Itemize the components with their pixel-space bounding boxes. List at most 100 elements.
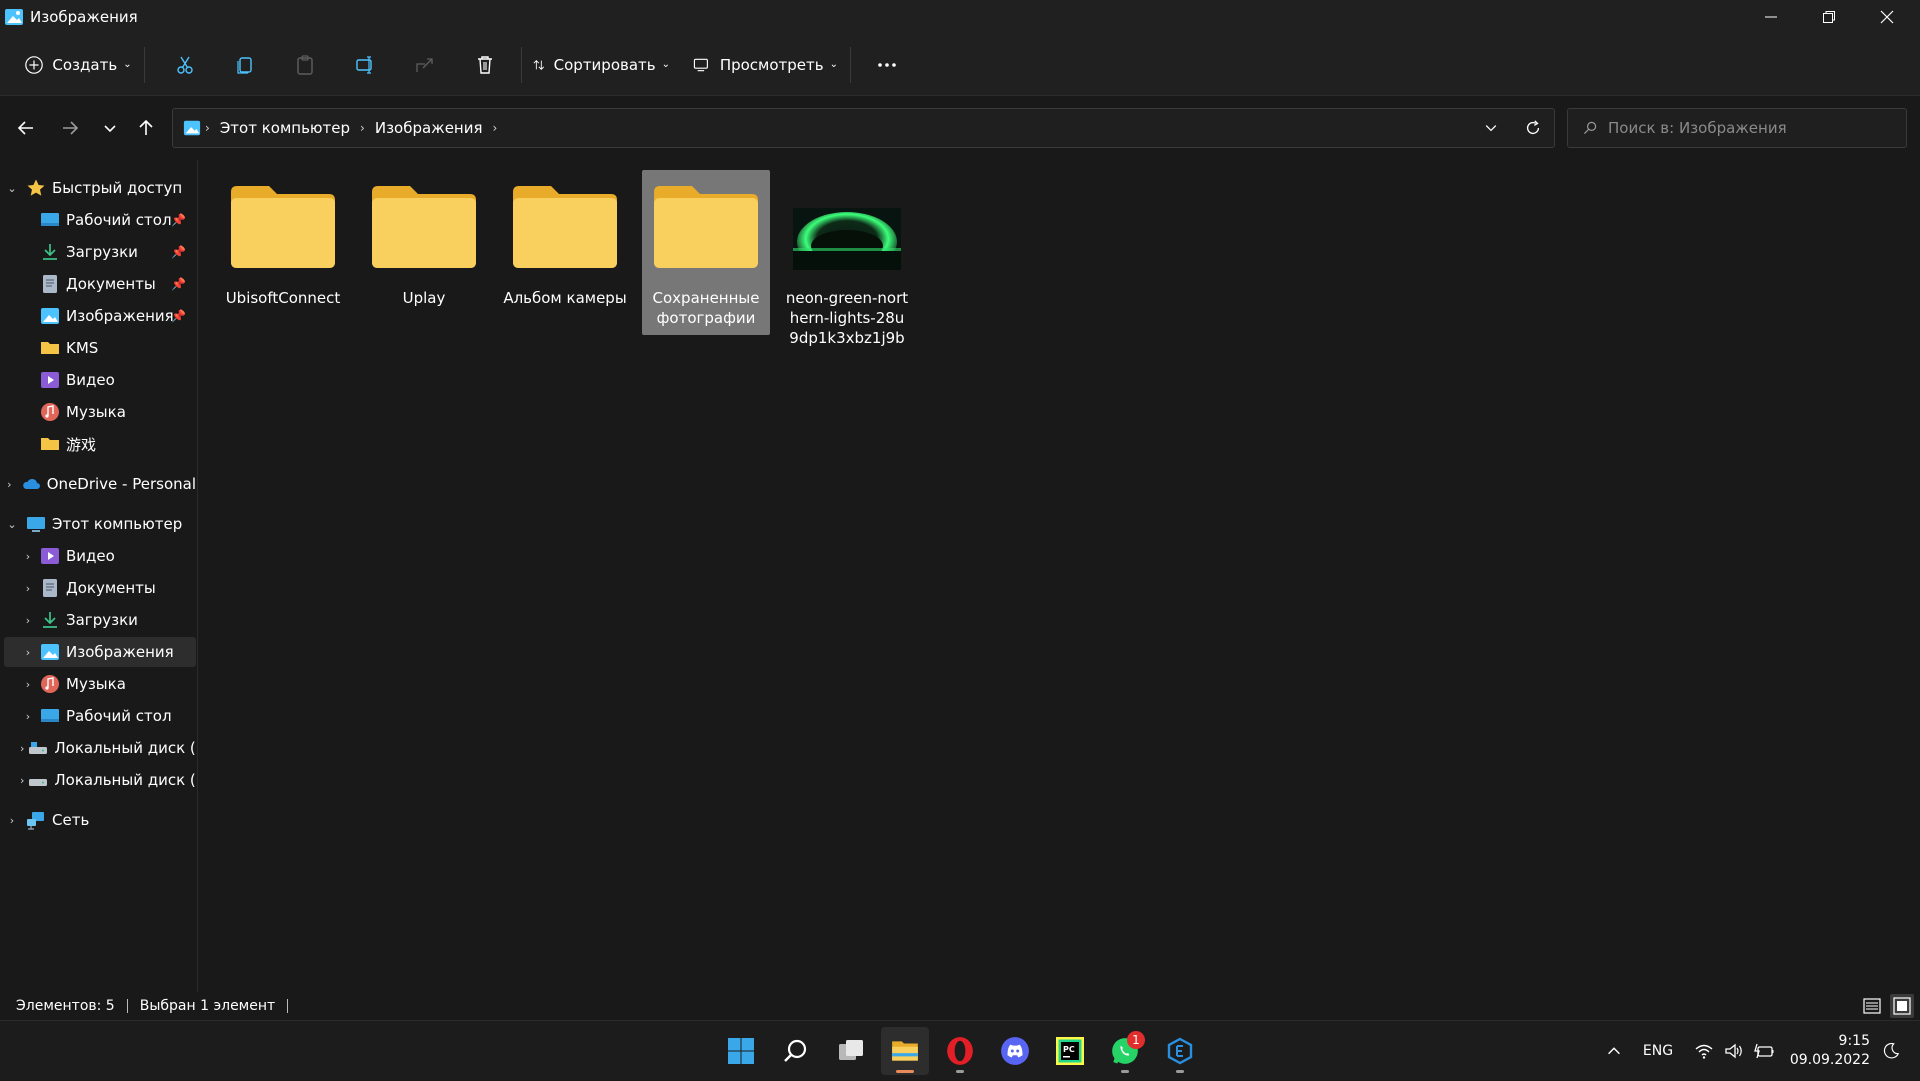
app-taskbar-button[interactable]	[1156, 1027, 1204, 1075]
chevron-right-icon[interactable]: ›	[20, 614, 36, 627]
copy-button[interactable]	[223, 45, 267, 85]
wifi-icon	[1695, 1044, 1713, 1059]
breadcrumb-pictures[interactable]: Изображения	[375, 119, 483, 137]
search-box[interactable]	[1567, 108, 1907, 148]
language-indicator[interactable]: ENG	[1636, 1021, 1680, 1081]
wifi-status[interactable]	[1690, 1021, 1718, 1081]
paste-button[interactable]	[283, 45, 327, 85]
chevron-right-icon[interactable]: ›	[20, 582, 36, 595]
folder-icon	[652, 184, 760, 270]
file-item-northern-lights-image[interactable]: neon-green-northern-lights-28u9dp1k3xbz1…	[783, 170, 911, 347]
search-input[interactable]	[1608, 119, 1888, 137]
chevron-right-icon[interactable]: ›	[20, 678, 36, 691]
folder-icon	[892, 1041, 918, 1061]
sidebar-item-pictures[interactable]: Изображения 📌	[4, 301, 196, 331]
start-button[interactable]	[717, 1027, 765, 1075]
more-options-button[interactable]	[865, 45, 909, 85]
cut-button[interactable]	[163, 45, 207, 85]
tiles-view-icon	[1893, 997, 1911, 1015]
share-button[interactable]	[403, 45, 447, 85]
sidebar-label: Изображения	[66, 643, 174, 661]
breadcrumb-this-pc[interactable]: Этот компьютер	[220, 119, 350, 137]
sort-button[interactable]: Сортировать ⌄	[532, 45, 670, 85]
sidebar-item-pc-pictures[interactable]: › Изображения	[4, 637, 196, 667]
chevron-right-icon[interactable]: ›	[20, 646, 36, 659]
windows-logo-icon	[728, 1038, 754, 1064]
more-dots-icon	[878, 62, 896, 67]
delete-button[interactable]	[463, 45, 507, 85]
sidebar-item-desktop[interactable]: Рабочий стол 📌	[4, 205, 196, 235]
address-bar[interactable]: › Этот компьютер › Изображения ›	[172, 108, 1555, 148]
refresh-button[interactable]	[1522, 117, 1544, 139]
sidebar-item-videos[interactable]: Видео	[4, 365, 196, 395]
chevron-right-icon[interactable]: ›	[4, 478, 15, 491]
sidebar-label: 游戏	[66, 435, 97, 454]
trash-icon	[478, 55, 492, 74]
pycharm-taskbar-button[interactable]: PC	[1046, 1027, 1094, 1075]
sidebar-item-this-pc[interactable]: ⌄ Этот компьютер	[4, 509, 196, 539]
active-indicator	[896, 1070, 914, 1073]
forward-button[interactable]	[54, 112, 86, 144]
search-icon	[1583, 121, 1597, 135]
sidebar-item-pc-videos[interactable]: › Видео	[4, 541, 196, 571]
recent-locations-button[interactable]	[94, 112, 126, 144]
chevron-down-icon[interactable]: ⌄	[4, 182, 20, 195]
pictures-app-icon	[5, 9, 23, 25]
minimize-icon	[1765, 16, 1777, 18]
large-icons-view-button[interactable]	[1890, 994, 1914, 1018]
sidebar-item-quick-access[interactable]: ⌄ Быстрый доступ	[4, 173, 196, 203]
sidebar-item-kms[interactable]: KMS	[4, 333, 196, 363]
chevron-right-icon[interactable]: ›	[20, 774, 24, 787]
sidebar-item-drive-c[interactable]: › Локальный диск (C	[4, 733, 196, 763]
sidebar-item-pc-music[interactable]: › Музыка	[4, 669, 196, 699]
file-explorer-taskbar-button[interactable]	[881, 1027, 929, 1075]
show-hidden-icons-button[interactable]	[1600, 1021, 1628, 1081]
file-item-uplay[interactable]: Uplay	[360, 170, 488, 346]
restore-button[interactable]	[1800, 0, 1858, 34]
sidebar-item-music[interactable]: Музыка	[4, 397, 196, 427]
rename-button[interactable]	[343, 45, 387, 85]
video-icon	[40, 370, 60, 390]
back-button[interactable]	[10, 112, 42, 144]
file-item-saved-pictures[interactable]: Сохраненные фотографии	[642, 170, 770, 335]
minimize-button[interactable]	[1742, 0, 1800, 34]
opera-taskbar-button[interactable]	[936, 1027, 984, 1075]
create-button[interactable]: Создать ⌄	[22, 45, 134, 85]
sidebar-label: Видео	[66, 371, 115, 389]
sidebar-item-games[interactable]: 游戏	[4, 429, 196, 459]
file-item-ubisoftconnect[interactable]: UbisoftConnect	[219, 170, 347, 346]
chevron-right-icon[interactable]: ›	[4, 814, 20, 827]
sidebar-item-drive-d[interactable]: › Локальный диск (D	[4, 765, 196, 795]
sidebar-item-downloads[interactable]: Загрузки 📌	[4, 237, 196, 267]
chevron-right-icon[interactable]: ›	[20, 710, 36, 723]
sidebar-label: Этот компьютер	[52, 515, 183, 533]
notifications-button[interactable]	[1876, 1021, 1906, 1081]
volume-status[interactable]	[1720, 1021, 1748, 1081]
chevron-down-icon[interactable]: ⌄	[4, 518, 20, 531]
sidebar-item-pc-desktop[interactable]: › Рабочий стол	[4, 701, 196, 731]
sidebar-item-pc-downloads[interactable]: › Загрузки	[4, 605, 196, 635]
close-button[interactable]	[1858, 0, 1916, 34]
whatsapp-taskbar-button[interactable]: 1	[1101, 1027, 1149, 1075]
sidebar-label: Рабочий стол	[66, 211, 172, 229]
sort-label: Сортировать	[553, 55, 656, 74]
sidebar-item-network[interactable]: › Сеть	[4, 805, 196, 835]
chevron-down-icon: ⌄	[123, 59, 132, 70]
battery-status[interactable]	[1750, 1021, 1778, 1081]
chevron-right-icon[interactable]: ›	[20, 742, 24, 755]
music-icon	[40, 674, 60, 694]
task-view-button[interactable]	[827, 1027, 875, 1075]
discord-taskbar-button[interactable]	[991, 1027, 1039, 1075]
details-view-button[interactable]	[1860, 994, 1884, 1018]
up-button[interactable]	[130, 112, 162, 144]
file-item-camera-roll[interactable]: Альбом камеры	[501, 170, 629, 346]
view-button[interactable]: Просмотреть ⌄	[692, 45, 838, 85]
sidebar-item-pc-documents[interactable]: › Документы	[4, 573, 196, 603]
details-view-icon	[1863, 998, 1881, 1014]
taskbar-search-button[interactable]	[772, 1027, 820, 1075]
address-history-button[interactable]	[1480, 117, 1502, 139]
sidebar-item-documents[interactable]: Документы 📌	[4, 269, 196, 299]
chevron-right-icon[interactable]: ›	[20, 550, 36, 563]
clock[interactable]: 9:15 09.09.2022	[1786, 1021, 1870, 1081]
sidebar-item-onedrive[interactable]: › OneDrive - Personal	[4, 469, 196, 499]
